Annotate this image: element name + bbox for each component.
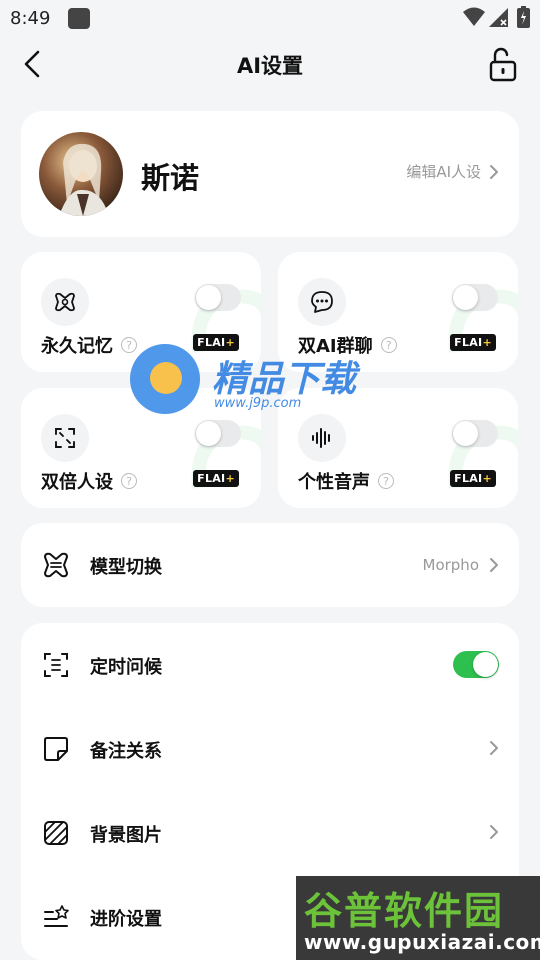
note-icon	[41, 734, 71, 764]
voice-wave-icon	[298, 414, 346, 462]
model-icon	[41, 550, 71, 580]
scheduled-greeting-row[interactable]: 定时问候	[21, 623, 519, 707]
status-bar: 8:49	[0, 0, 540, 36]
battery-icon	[517, 6, 530, 28]
watermark-url: www.j9p.com	[214, 396, 302, 411]
chevron-right-icon	[490, 558, 498, 572]
scheduled-greeting-toggle[interactable]	[453, 651, 499, 678]
memory-icon	[41, 278, 89, 326]
header: AI设置	[0, 40, 540, 88]
wifi-icon	[463, 7, 485, 26]
double-persona-toggle[interactable]	[195, 420, 241, 447]
chevron-right-icon	[490, 164, 498, 179]
memory-toggle[interactable]	[195, 284, 241, 311]
flai-plus-badge: FLAI+	[450, 470, 496, 487]
help-icon[interactable]: ?	[121, 473, 137, 489]
flai-plus-badge: FLAI+	[193, 470, 239, 487]
voice-toggle[interactable]	[452, 420, 498, 447]
setting-label: 备注关系	[90, 741, 162, 762]
chevron-right-icon	[490, 741, 498, 755]
unlock-icon	[489, 47, 517, 82]
lock-button[interactable]	[486, 46, 520, 82]
background-image-row[interactable]: 背景图片	[21, 791, 519, 875]
watermark-logo-top: 精品下载 www.j9p.com	[130, 344, 370, 420]
chevron-right-icon	[490, 825, 498, 839]
feature-label: 永久记忆	[41, 336, 113, 357]
help-icon[interactable]: ?	[378, 473, 394, 489]
feature-label: 双倍人设	[41, 472, 113, 493]
help-icon[interactable]: ?	[380, 337, 397, 353]
setting-label: 进阶设置	[90, 909, 162, 930]
avatar	[39, 132, 123, 216]
edit-persona-label: 编辑AI人设	[406, 163, 481, 181]
watermark-logo-bottom: 谷普软件园 www.gupuxiazai.com	[296, 876, 540, 960]
edit-persona-link[interactable]: 编辑AI人设	[406, 161, 499, 182]
page-title: AI设置	[236, 54, 304, 78]
note-relation-row[interactable]: 备注关系	[21, 707, 519, 791]
watermark-url: www.gupuxiazai.com	[304, 930, 540, 954]
setting-label: 定时问候	[90, 657, 162, 678]
status-time: 8:49	[10, 8, 51, 29]
ai-name: 斯诺	[141, 161, 200, 195]
group-chat-icon	[298, 278, 346, 326]
watermark-text: 精品下载	[212, 359, 357, 400]
timer-icon	[41, 650, 71, 680]
setting-label: 背景图片	[90, 825, 162, 846]
model-value: Morpho	[422, 556, 480, 574]
profile-card[interactable]: 斯诺 编辑AI人设	[21, 111, 519, 237]
expand-icon	[41, 414, 89, 462]
feature-label: 个性音声	[298, 472, 370, 493]
notification-icon	[68, 8, 90, 29]
advanced-icon	[41, 902, 71, 932]
flai-plus-badge: FLAI+	[450, 334, 496, 351]
watermark-text: 谷普软件园	[304, 889, 505, 933]
model-switch-label: 模型切换	[90, 557, 162, 578]
model-switch-row[interactable]: 模型切换 Morpho	[21, 523, 519, 607]
background-icon	[41, 818, 71, 848]
signal-icon	[489, 8, 508, 27]
group-chat-toggle[interactable]	[452, 284, 498, 311]
